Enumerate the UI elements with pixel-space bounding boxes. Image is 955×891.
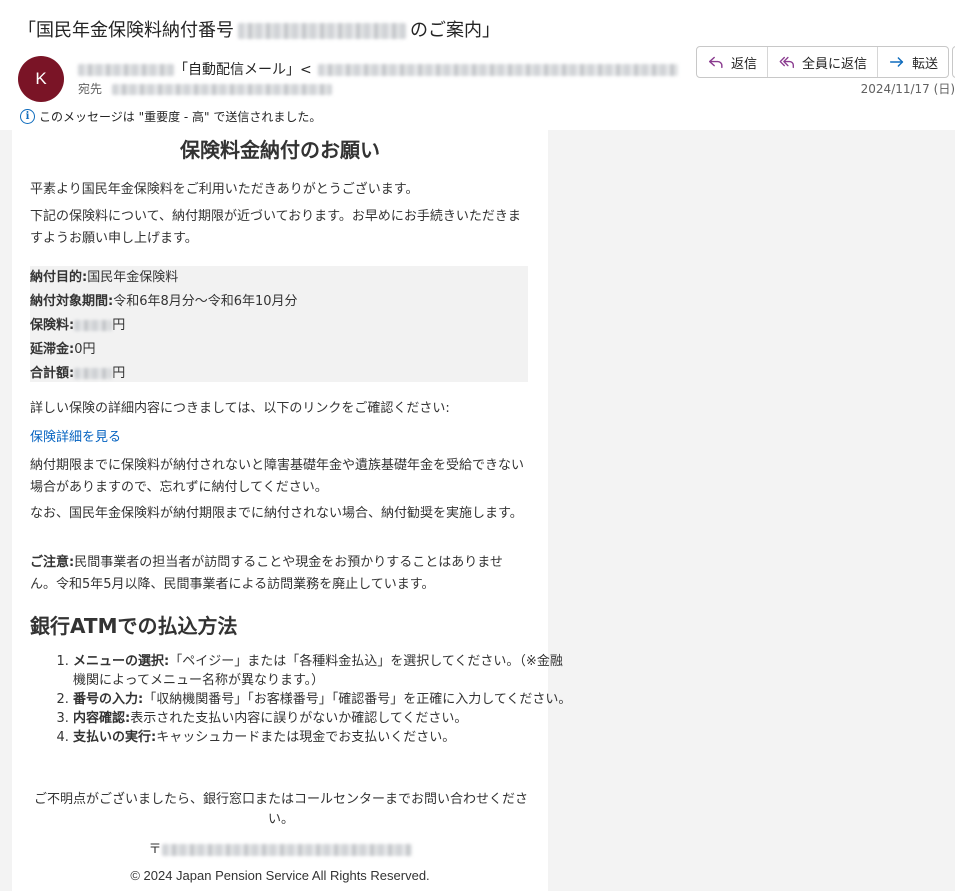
warning-text: 納付期限までに保険料が納付されないと障害基礎年金や遺族基礎年金を受給できない場合… xyxy=(30,458,525,495)
step-text: 「収納機関番号」「お客様番号」「確認番号」を正確に入力してください。 xyxy=(143,692,572,707)
contact-note: ご不明点がございましたら、銀行窓口またはコールセンターまでお問い合わせください。 xyxy=(33,792,528,827)
intro-text: 下記の保険料について、納付期限が近づいております。お早めにお手続きいただきますよ… xyxy=(30,209,521,246)
detail-period: 納付対象期間:令和6年8月分～令和6年10月分 xyxy=(30,290,528,314)
detail-late-fee: 延滞金:0円 xyxy=(30,338,528,362)
list-item: 内容確認:表示された支払い内容に誤りがないか確認してください。 xyxy=(73,709,573,728)
importance-banner: i このメッセージは "重要度 - 高" で送信されました。 xyxy=(20,108,321,125)
forward-label: 転送 xyxy=(912,56,939,72)
sender-line[interactable]: 「自動配信メール」< xyxy=(78,59,678,79)
caution-body: 民間事業者の担当者が訪問することや現金をお預かりすることはありません。令和5年5… xyxy=(30,555,503,592)
copyright-text: © 2024 Japan Pension Service All Rights … xyxy=(130,868,430,883)
redacted-address xyxy=(161,843,412,856)
caution-text: ご注意:民間事業者の担当者が訪問することや現金をお預かりすることはありません。令… xyxy=(30,552,528,596)
late-fee-label: 延滞金: xyxy=(30,342,75,357)
payment-details-box: 納付目的:国民年金保険料 納付対象期間:令和6年8月分～令和6年10月分 保険料… xyxy=(30,266,528,382)
premium-currency: 円 xyxy=(112,318,126,333)
avatar-initial: K xyxy=(35,69,47,88)
forward-icon xyxy=(890,57,904,67)
detail-prompt-text: 詳しい保険の詳細内容につきましては、以下のリンクをご確認ください: xyxy=(30,401,450,416)
message-actions-toolbar: 返信 全員に返信 転送 xyxy=(696,46,950,78)
step-label: メニューの選択: xyxy=(73,654,170,669)
redacted-premium-amount xyxy=(74,320,113,331)
redacted-sender-address xyxy=(317,64,678,76)
step-text: キャッシュカードまたは現金でお支払いください。 xyxy=(156,730,456,745)
forward-button[interactable]: 転送 xyxy=(878,47,948,77)
period-label: 納付対象期間: xyxy=(30,294,114,309)
importance-text: このメッセージは "重要度 - 高" で送信されました。 xyxy=(39,110,322,124)
reply-icon xyxy=(708,56,723,69)
reply-all-label: 全員に返信 xyxy=(802,56,868,72)
redacted-sender-name xyxy=(78,64,174,76)
greeting-text: 平素より国民年金保険料をご利用いただきありがとうございます。 xyxy=(30,182,419,197)
step-label: 支払いの実行: xyxy=(73,730,157,745)
late-fee-value: 0円 xyxy=(74,342,96,357)
detail-purpose: 納付目的:国民年金保険料 xyxy=(30,266,528,290)
atm-steps-list: メニューの選択:「ペイジー」または「各種料金払込」を選択してください。（※金融機… xyxy=(30,652,573,747)
sent-date: 2024/11/17 (日) xyxy=(860,82,955,96)
email-subject: 「国民年金保険料納付番号 のご案内」 xyxy=(18,16,500,42)
caution-label: ご注意: xyxy=(30,555,75,570)
detail-total: 合計額: 円 xyxy=(30,362,528,386)
step-label: 番号の入力: xyxy=(73,692,144,707)
sender-avatar[interactable]: K xyxy=(18,56,64,102)
list-item: メニューの選択:「ペイジー」または「各種料金払込」を選択してください。（※金融機… xyxy=(73,652,573,690)
redacted-payment-number xyxy=(238,23,406,39)
redacted-recipient xyxy=(112,84,333,95)
info-icon: i xyxy=(20,109,35,124)
notice-text: なお、国民年金保険料が納付期限までに納付されない場合、納付勧奨を実施します。 xyxy=(30,506,523,521)
postal-address: 〒 xyxy=(12,838,548,857)
reply-all-icon xyxy=(779,56,794,69)
atm-heading: 銀行ATMでの払込方法 xyxy=(30,614,238,638)
total-currency: 円 xyxy=(112,366,126,381)
reply-button[interactable]: 返信 xyxy=(697,47,769,77)
list-item: 番号の入力:「収納機関番号」「お客様番号」「確認番号」を正確に入力してください。 xyxy=(73,690,573,709)
reply-all-button[interactable]: 全員に返信 xyxy=(768,47,879,77)
reply-label: 返信 xyxy=(731,56,758,72)
to-label: 宛先 xyxy=(78,82,103,96)
sender-tag: 「自動配信メール」< xyxy=(174,62,312,78)
detail-premium: 保険料: 円 xyxy=(30,314,528,338)
subject-suffix: のご案内」 xyxy=(410,20,500,41)
list-item: 支払いの実行:キャッシュカードまたは現金でお支払いください。 xyxy=(73,728,573,747)
recipient-line[interactable]: 宛先 xyxy=(78,80,333,97)
step-label: 内容確認: xyxy=(73,711,131,726)
purpose-label: 納付目的: xyxy=(30,270,88,285)
total-label: 合計額: xyxy=(30,366,75,381)
purpose-value: 国民年金保険料 xyxy=(87,270,179,285)
premium-label: 保険料: xyxy=(30,318,75,333)
detail-link-row: 保険詳細を見る xyxy=(30,427,528,449)
step-text: 表示された支払い内容に誤りがないか確認してください。 xyxy=(130,711,468,726)
insurance-details-link[interactable]: 保険詳細を見る xyxy=(30,430,121,445)
email-title: 保険料金納付のお願い xyxy=(180,138,380,162)
subject-prefix: 「国民年金保険料納付番号 xyxy=(18,20,234,41)
postal-mark: 〒 xyxy=(148,842,162,857)
period-value: 令和6年8月分～令和6年10月分 xyxy=(113,294,298,309)
redacted-total-amount xyxy=(74,368,113,379)
